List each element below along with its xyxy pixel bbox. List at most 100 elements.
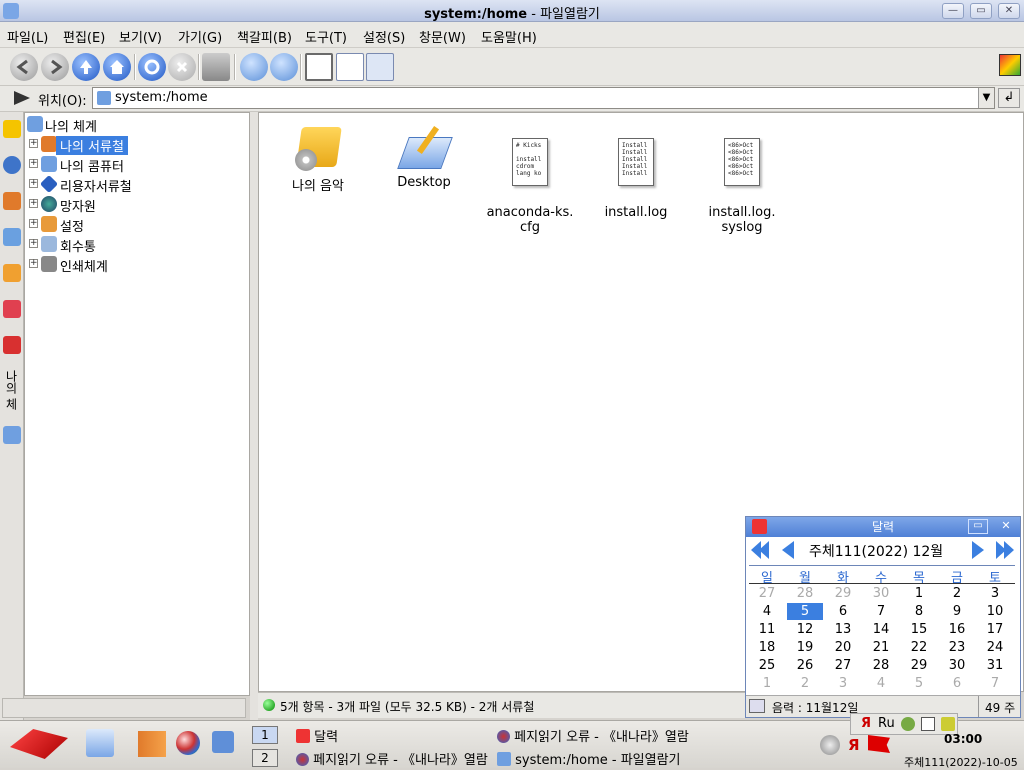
ime-status-icon[interactable]	[901, 717, 915, 731]
calendar-day[interactable]: 14	[863, 621, 899, 638]
bookmarks-star-icon[interactable]	[3, 120, 21, 138]
calendar-day[interactable]: 2	[939, 585, 975, 602]
task-calendar[interactable]: 달력	[296, 726, 338, 745]
calendar-day[interactable]: 6	[825, 603, 861, 620]
calendar-day[interactable]: 10	[977, 603, 1013, 620]
calendar-day[interactable]: 29	[825, 585, 861, 602]
file-item-desktop[interactable]: Desktop	[369, 123, 479, 190]
location-input[interactable]: system:/home	[92, 87, 995, 109]
file-item-install-log-syslog[interactable]: <86>Oct <86>Oct <86>Oct <86>Oct <86>Oct …	[687, 123, 797, 250]
file-item-install-log[interactable]: Install Install Install Install Install …	[581, 123, 691, 235]
calendar-day[interactable]: 30	[939, 657, 975, 674]
calendar-day[interactable]: 22	[901, 639, 937, 656]
next-month-icon[interactable]	[972, 541, 984, 559]
calendar-day[interactable]: 1	[749, 675, 785, 692]
expand-icon[interactable]: +	[29, 159, 38, 168]
calendar-day[interactable]: 24	[977, 639, 1013, 656]
calendar-day[interactable]: 19	[787, 639, 823, 656]
menu-file[interactable]: 파일(L)	[7, 27, 48, 46]
maximize-button[interactable]: ▭	[970, 3, 992, 19]
task-file-manager[interactable]: system:/home - 파일열람기	[497, 749, 681, 768]
calendar-day[interactable]: 3	[825, 675, 861, 692]
calendar-day[interactable]: 18	[749, 639, 785, 656]
calendar-day[interactable]: 27	[825, 657, 861, 674]
forward-button[interactable]	[41, 53, 69, 81]
zoom-in-button[interactable]	[240, 53, 268, 81]
calendar-day[interactable]: 28	[787, 585, 823, 602]
calendar-day[interactable]: 23	[939, 639, 975, 656]
expand-icon[interactable]: +	[29, 199, 38, 208]
menu-edit[interactable]: 편집(E)	[63, 27, 105, 46]
calendar-day[interactable]: 30	[863, 585, 899, 602]
volume-muted-icon[interactable]	[820, 735, 840, 755]
ya-tray-icon[interactable]: Я	[848, 736, 860, 754]
expand-icon[interactable]: +	[29, 239, 38, 248]
calendar-titlebar[interactable]: 달력 ▭ ✕	[746, 517, 1020, 537]
calendar-close-button[interactable]: ✕	[996, 519, 1016, 534]
my-system-icon[interactable]	[3, 426, 21, 444]
menu-window[interactable]: 창문(W)	[419, 27, 466, 46]
menu-bookmarks[interactable]: 책갈피(B)	[237, 27, 292, 46]
reload-button[interactable]	[138, 53, 166, 81]
menu-settings[interactable]: 설정(S)	[363, 27, 405, 46]
browser-launcher-icon[interactable]	[176, 731, 200, 755]
location-dropdown-button[interactable]: ▼	[978, 88, 994, 108]
calendar-day[interactable]: 8	[901, 603, 937, 620]
desktop-2-button[interactable]: 2	[252, 749, 278, 767]
today-button[interactable]	[749, 699, 765, 713]
prev-month-icon[interactable]	[782, 541, 794, 559]
calendar-day[interactable]: 4	[863, 675, 899, 692]
preview-button[interactable]	[366, 53, 394, 81]
calendar-day[interactable]: 25	[749, 657, 785, 674]
calendar-day[interactable]: 9	[939, 603, 975, 620]
print-button[interactable]	[202, 53, 230, 81]
task-browser-error-2[interactable]: 페지읽기 오류 - 《내나라》열람	[296, 749, 488, 768]
calendar-day[interactable]: 20	[825, 639, 861, 656]
calendar-day[interactable]: 15	[901, 621, 937, 638]
calendar-day[interactable]: 2	[787, 675, 823, 692]
calendar-day[interactable]: 27	[749, 585, 785, 602]
minimize-button[interactable]: —	[942, 3, 964, 19]
window-titlebar[interactable]: system:/home - 파일열람기 — ▭ ✕	[0, 0, 1024, 22]
menu-view[interactable]: 보기(V)	[119, 27, 162, 46]
calendar-maximize-button[interactable]: ▭	[968, 519, 988, 534]
icon-view-button[interactable]	[305, 53, 333, 81]
calendar-day[interactable]: 4	[749, 603, 785, 620]
clear-location-icon[interactable]	[14, 91, 30, 105]
flag-icon[interactable]	[868, 735, 890, 753]
start-menu-icon[interactable]	[10, 729, 68, 759]
sidebar-tab-label[interactable]: 나의 체계	[0, 370, 20, 420]
back-button[interactable]	[10, 53, 38, 81]
menu-tools[interactable]: 도구(T)	[305, 27, 347, 46]
task-browser-error-1[interactable]: 페지읽기 오류 - 《내나라》열람	[497, 726, 690, 745]
history-clock-icon[interactable]	[3, 156, 21, 174]
calendar-day[interactable]: 28	[863, 657, 899, 674]
home-folder-icon[interactable]	[3, 192, 21, 210]
calendar-day[interactable]: 12	[787, 621, 823, 638]
go-button[interactable]: ↲	[998, 88, 1020, 108]
home-button[interactable]	[103, 53, 131, 81]
calendar-day[interactable]: 11	[749, 621, 785, 638]
calendar-day[interactable]: 6	[939, 675, 975, 692]
up-button[interactable]	[72, 53, 100, 81]
calendar-day[interactable]: 3	[977, 585, 1013, 602]
ime-help-icon[interactable]	[941, 717, 955, 731]
keyboard-icon[interactable]	[921, 717, 935, 731]
calendar-day[interactable]: 17	[977, 621, 1013, 638]
menu-help[interactable]: 도움말(H)	[481, 27, 537, 46]
stop-button[interactable]	[168, 53, 196, 81]
expand-icon[interactable]: +	[29, 139, 38, 148]
calendar-day-today[interactable]: 5	[787, 603, 823, 620]
ya-icon[interactable]: Я	[861, 716, 871, 731]
pane-splitter[interactable]	[250, 112, 258, 720]
calendar-day[interactable]: 26	[787, 657, 823, 674]
file-manager-launcher-icon[interactable]	[138, 731, 166, 757]
calendar-day[interactable]: 1	[901, 585, 937, 602]
close-button[interactable]: ✕	[998, 3, 1020, 19]
expand-icon[interactable]: +	[29, 179, 38, 188]
calendar-day[interactable]: 21	[863, 639, 899, 656]
expand-icon[interactable]: +	[29, 219, 38, 228]
network-icon[interactable]	[3, 228, 21, 246]
editor-launcher-icon[interactable]	[86, 729, 114, 757]
detail-view-button[interactable]	[336, 53, 364, 81]
